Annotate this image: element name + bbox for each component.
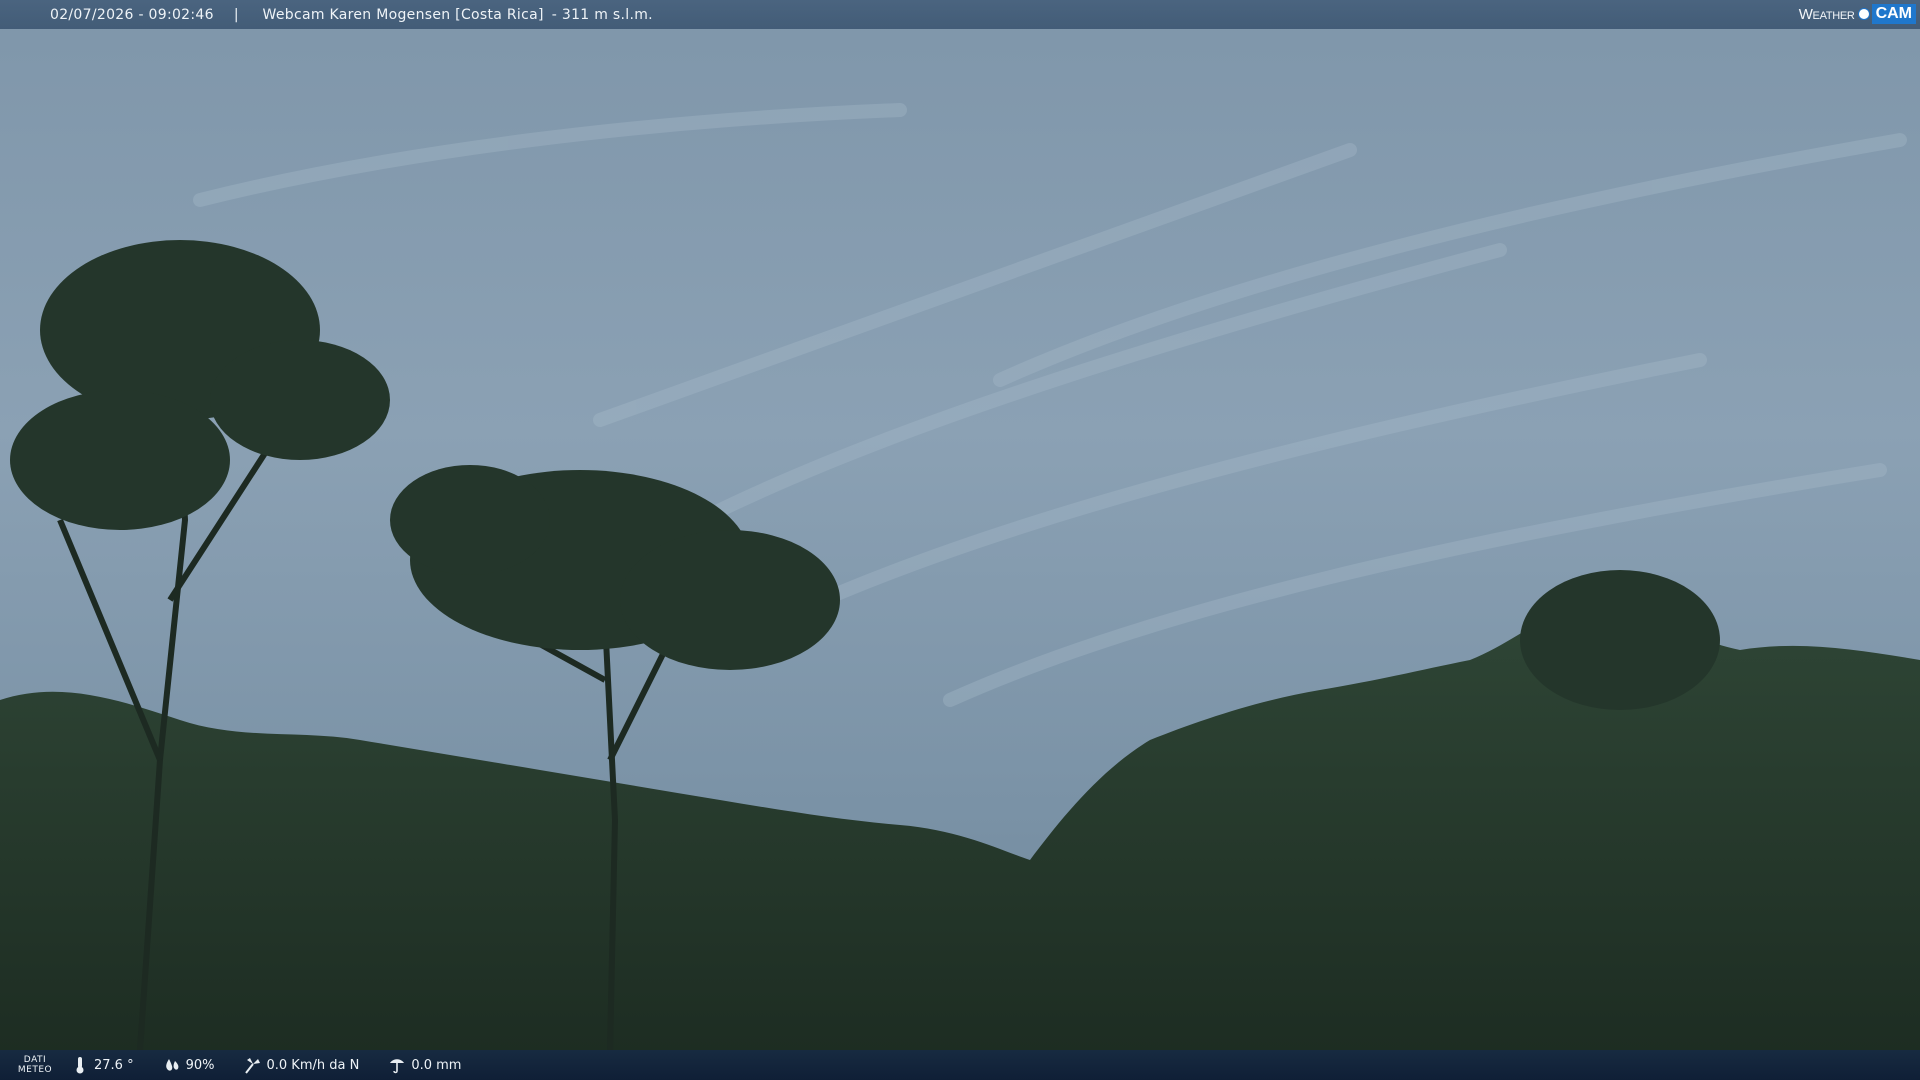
humidity-value: 90% [185, 1057, 215, 1073]
logo-weather-text: Weather [1798, 5, 1855, 23]
meteo-label-line1: DATI [23, 1055, 47, 1065]
wind-reading: 0.0 Km/h da N [242, 1055, 359, 1075]
humidity-drop-icon [165, 1059, 178, 1071]
logo-lens-icon [1857, 8, 1870, 20]
rain-gauge-icon [390, 1059, 405, 1074]
weathercam-logo: Weather CAM [1799, 3, 1916, 25]
temperature-value: 27.6 ° [94, 1057, 134, 1073]
rain-reading: 0.0 mm [387, 1055, 461, 1075]
thermometer-icon [76, 1057, 84, 1074]
rain-value: 0.0 mm [411, 1057, 462, 1073]
webcam-image [0, 0, 1920, 1080]
webcam-name: Webcam Karen Mogensen [Costa Rica] [262, 6, 544, 23]
wind-value: 0.0 Km/h da N [266, 1057, 360, 1073]
webcam-title: Webcam Karen Mogensen [Costa Rica] - 311 … [263, 7, 653, 23]
wind-icon [245, 1058, 261, 1074]
weather-data-bar: DATI METEO 27.6 ° 90% 0.0 Km/h da N 0.0 … [0, 1050, 1920, 1080]
top-info-bar: 02/07/2026 - 09:02:46 | Webcam Karen Mog… [0, 0, 1920, 29]
capture-datetime: 02/07/2026 - 09:02:46 [50, 6, 214, 23]
meteo-data-label: DATI METEO [0, 1055, 70, 1075]
title-separator: | [233, 6, 239, 23]
webcam-scene-drawing [0, 0, 1920, 1080]
temperature-reading: 27.6 ° [70, 1055, 134, 1075]
logo-cam-text: CAM [1871, 4, 1916, 24]
humidity-reading: 90% [162, 1055, 215, 1075]
webcam-altitude: - 311 m s.l.m. [551, 6, 653, 23]
meteo-label-line2: METEO [17, 1065, 53, 1075]
webcam-frame: 02/07/2026 - 09:02:46 | Webcam Karen Mog… [0, 0, 1920, 1080]
